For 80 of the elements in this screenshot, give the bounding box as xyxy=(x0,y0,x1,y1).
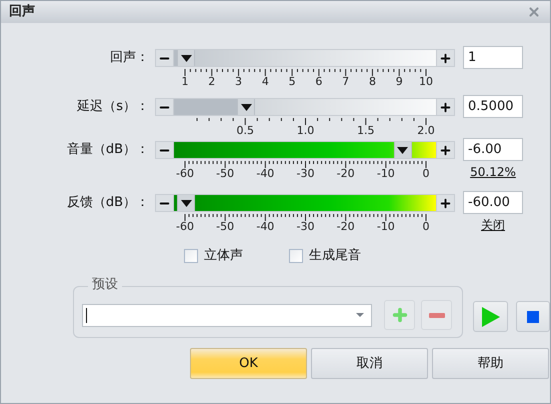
value-field[interactable]: 1 xyxy=(463,46,523,69)
scale-label: 10 xyxy=(419,76,433,88)
scale-label: 2.0 xyxy=(417,125,435,137)
stop-button[interactable] xyxy=(516,301,550,332)
scale-label: -60 xyxy=(176,221,194,233)
dropdown-caret-icon xyxy=(356,313,364,317)
scale-label: 8 xyxy=(368,76,376,88)
play-icon xyxy=(482,306,500,326)
scale-label: -60 xyxy=(176,168,194,180)
slider-label: 音量（dB）： xyxy=(66,142,149,158)
plus-icon xyxy=(439,196,452,210)
down-triangle-icon xyxy=(240,104,252,110)
slider-label: 反馈（dB）： xyxy=(66,195,149,211)
close-icon xyxy=(527,5,541,19)
plus-icon xyxy=(439,144,452,156)
checkbox-label: 立体声 xyxy=(204,248,243,264)
slider-control[interactable] xyxy=(155,141,455,159)
slider-control[interactable] xyxy=(155,49,455,67)
slider-control[interactable] xyxy=(155,194,455,212)
scale-label: -10 xyxy=(376,168,395,180)
slider-thumb[interactable] xyxy=(237,99,256,115)
plus-icon xyxy=(390,306,408,324)
stop-icon xyxy=(527,310,540,322)
value-link[interactable]: 关闭 xyxy=(481,218,505,232)
scale-label: 1.0 xyxy=(296,125,314,137)
checkbox[interactable] xyxy=(184,249,198,263)
dialog-button[interactable]: OK xyxy=(190,348,307,379)
value-field[interactable]: -60.00 xyxy=(463,191,523,214)
slider-label: 回声： xyxy=(110,50,149,66)
scale-label: -20 xyxy=(336,168,355,180)
scale-label: 0 xyxy=(422,168,430,180)
slider-thumb[interactable] xyxy=(394,142,412,158)
plus-icon xyxy=(439,52,452,64)
scale-label: -50 xyxy=(216,221,234,233)
scale-label: -30 xyxy=(296,221,314,233)
slider-thumb[interactable] xyxy=(177,195,195,211)
value-link[interactable]: 50.12% xyxy=(470,165,516,179)
down-triangle-icon xyxy=(180,200,192,206)
slider-control[interactable] xyxy=(155,98,455,116)
scale-label: 6 xyxy=(315,76,322,88)
increase-button[interactable] xyxy=(436,142,454,158)
scale-label: -30 xyxy=(296,168,314,180)
increase-button[interactable] xyxy=(436,50,454,66)
value-field[interactable]: -6.00 xyxy=(463,138,523,161)
scale-label: 4 xyxy=(262,76,269,88)
checkbox[interactable] xyxy=(289,249,303,263)
group-legend: 预设 xyxy=(88,277,122,293)
value-field[interactable]: 0.5000 xyxy=(463,95,523,118)
slider-thumb[interactable] xyxy=(177,50,195,66)
scale-label: -10 xyxy=(376,221,395,233)
decrease-button[interactable] xyxy=(156,142,174,158)
scale-label: -40 xyxy=(256,221,274,233)
scale-label: 1 xyxy=(182,76,188,88)
scale-label: 2 xyxy=(208,76,216,88)
minus-icon xyxy=(428,312,444,318)
increase-button[interactable] xyxy=(436,195,454,211)
scale-label: 7 xyxy=(342,76,350,88)
text-cursor xyxy=(86,308,87,322)
checkbox-label: 生成尾音 xyxy=(309,248,361,264)
scale-label: -40 xyxy=(256,168,274,180)
remove-preset-button[interactable] xyxy=(421,300,452,330)
decrease-button[interactable] xyxy=(156,99,174,115)
dialog-button[interactable]: 帮助 xyxy=(432,348,549,379)
scale-label: 3 xyxy=(235,76,242,88)
scale-label: 0 xyxy=(422,221,430,233)
scale-label: -20 xyxy=(336,221,355,233)
decrease-button[interactable] xyxy=(156,50,174,66)
window-title: 回声 xyxy=(9,3,35,22)
slider-label: 延迟（s）： xyxy=(77,99,149,115)
scale-label: -50 xyxy=(216,168,234,180)
scale-label: 5 xyxy=(288,76,296,88)
scale-label: 9 xyxy=(396,76,403,88)
plus-icon xyxy=(439,100,452,114)
scale-label: 1.5 xyxy=(357,125,374,137)
dialog-button[interactable]: 取消 xyxy=(311,348,428,379)
down-triangle-icon xyxy=(180,54,192,62)
scale-label: 0.5 xyxy=(236,125,254,137)
increase-button[interactable] xyxy=(436,99,454,115)
down-triangle-icon xyxy=(397,146,408,154)
decrease-button[interactable] xyxy=(156,195,174,211)
